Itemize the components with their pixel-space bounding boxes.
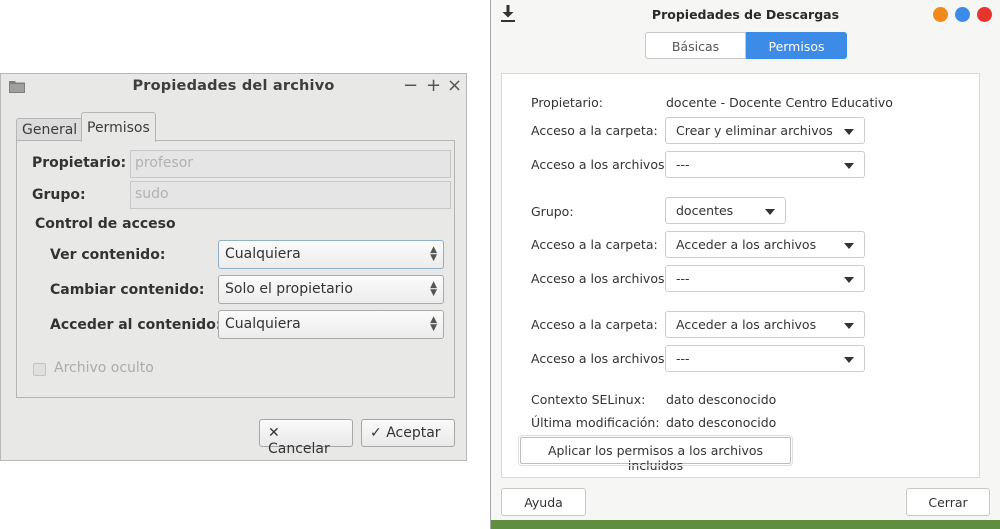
permissions-panel: Propietario: docente - Docente Centro Ed…: [501, 73, 980, 478]
tab-general[interactable]: General: [16, 118, 84, 140]
owner-label: Propietario:: [531, 95, 603, 110]
owner-folder-access-value: Crear y eliminar archivos: [676, 123, 833, 138]
folder-properties-dialog: Propiedades de Descargas Básicas Permiso…: [490, 0, 1000, 529]
last-modified-label: Última modificación:: [531, 415, 660, 430]
view-content-label: Ver contenido:: [50, 247, 166, 263]
tab-permisos[interactable]: Permisos: [81, 112, 156, 142]
tab-basicas[interactable]: Básicas: [645, 32, 746, 59]
group-value: docentes: [676, 203, 734, 218]
close-icon[interactable]: ×: [447, 75, 462, 96]
dropdown-arrow-icon: [844, 243, 854, 249]
accept-label: Aceptar: [386, 425, 441, 441]
others-file-access-dropdown[interactable]: ---: [665, 345, 865, 372]
owner-folder-access-label: Acceso a la carpeta:: [531, 123, 658, 138]
owner-label: Propietario:: [32, 155, 127, 171]
x-icon: ✕: [268, 425, 280, 441]
owner-file-access-value: ---: [676, 157, 690, 172]
accept-button[interactable]: ✓ Aceptar: [361, 419, 455, 447]
maximize-icon[interactable]: +: [426, 75, 441, 96]
group-field: sudo: [130, 181, 451, 209]
apply-permissions-button[interactable]: Aplicar los permisos a los archivos incl…: [518, 435, 793, 473]
file-properties-dialog: Propiedades del archivo − + × General Pe…: [0, 73, 467, 461]
window-title: Propiedades del archivo: [132, 78, 335, 94]
owner-file-access-dropdown[interactable]: ---: [665, 151, 865, 178]
owner-field: profesor: [130, 150, 451, 178]
close-button[interactable]: [977, 7, 992, 22]
view-content-select[interactable]: Cualquiera ▲ ▼: [218, 240, 444, 269]
selinux-value: dato desconocido: [666, 392, 777, 407]
dropdown-arrow-icon: [844, 163, 854, 169]
help-button[interactable]: Ayuda: [501, 488, 586, 516]
window-title: Propiedades de Descargas: [651, 7, 840, 22]
spinner-arrows-icon: ▲ ▼: [430, 245, 437, 263]
owner-value: docente - Docente Centro Educativo: [666, 95, 893, 110]
hidden-file-checkbox[interactable]: [33, 363, 46, 376]
selinux-label: Contexto SELinux:: [531, 392, 646, 407]
cancel-label: Cancelar: [268, 441, 330, 457]
dropdown-arrow-icon: [844, 129, 854, 135]
access-content-label: Acceder al contenido:: [50, 317, 222, 333]
owner-file-access-label: Acceso a los archivos:: [531, 157, 669, 172]
group-folder-access-value: Acceder a los archivos: [676, 237, 817, 252]
others-folder-access-label: Acceso a la carpeta:: [531, 317, 658, 332]
change-content-select[interactable]: Solo el propietario ▲ ▼: [218, 275, 444, 304]
minimize-button[interactable]: [933, 7, 948, 22]
access-content-value: Cualquiera: [225, 316, 301, 332]
minimize-icon[interactable]: −: [403, 75, 418, 96]
group-label: Grupo:: [531, 204, 574, 219]
access-content-select[interactable]: Cualquiera ▲ ▼: [218, 310, 444, 339]
spinner-arrows-icon: ▲ ▼: [430, 315, 437, 333]
dropdown-arrow-icon: [844, 277, 854, 283]
group-file-access-value: ---: [676, 271, 690, 286]
group-folder-access-dropdown[interactable]: Acceder a los archivos: [665, 231, 865, 258]
others-file-access-label: Acceso a los archivos:: [531, 351, 669, 366]
group-file-access-label: Acceso a los archivos:: [531, 271, 669, 286]
others-folder-access-value: Acceder a los archivos: [676, 317, 817, 332]
change-content-value: Solo el propietario: [225, 281, 353, 297]
hidden-file-label: Archivo oculto: [54, 360, 154, 376]
group-file-access-dropdown[interactable]: ---: [665, 265, 865, 292]
change-content-label: Cambiar contenido:: [50, 282, 205, 298]
group-folder-access-label: Acceso a la carpeta:: [531, 237, 658, 252]
title-bar[interactable]: Propiedades del archivo − + ×: [1, 74, 466, 99]
close-dialog-button[interactable]: Cerrar: [906, 488, 990, 516]
cancel-button[interactable]: ✕ Cancelar: [259, 419, 353, 457]
last-modified-value: dato desconocido: [666, 415, 777, 430]
dropdown-arrow-icon: [844, 323, 854, 329]
group-label: Grupo:: [32, 187, 86, 203]
view-content-value: Cualquiera: [225, 246, 301, 262]
others-file-access-value: ---: [676, 351, 690, 366]
dropdown-arrow-icon: [765, 209, 775, 215]
tab-permisos[interactable]: Permisos: [746, 32, 847, 59]
maximize-button[interactable]: [955, 7, 970, 22]
dropdown-arrow-icon: [844, 357, 854, 363]
others-folder-access-dropdown[interactable]: Acceder a los archivos: [665, 311, 865, 338]
group-dropdown[interactable]: docentes: [665, 197, 786, 224]
desktop-background-strip: [491, 520, 1000, 529]
spinner-arrows-icon: ▲ ▼: [430, 280, 437, 298]
access-control-heading: Control de acceso: [35, 216, 176, 232]
owner-folder-access-dropdown[interactable]: Crear y eliminar archivos: [665, 117, 865, 144]
checkmark-icon: ✓: [370, 425, 382, 441]
